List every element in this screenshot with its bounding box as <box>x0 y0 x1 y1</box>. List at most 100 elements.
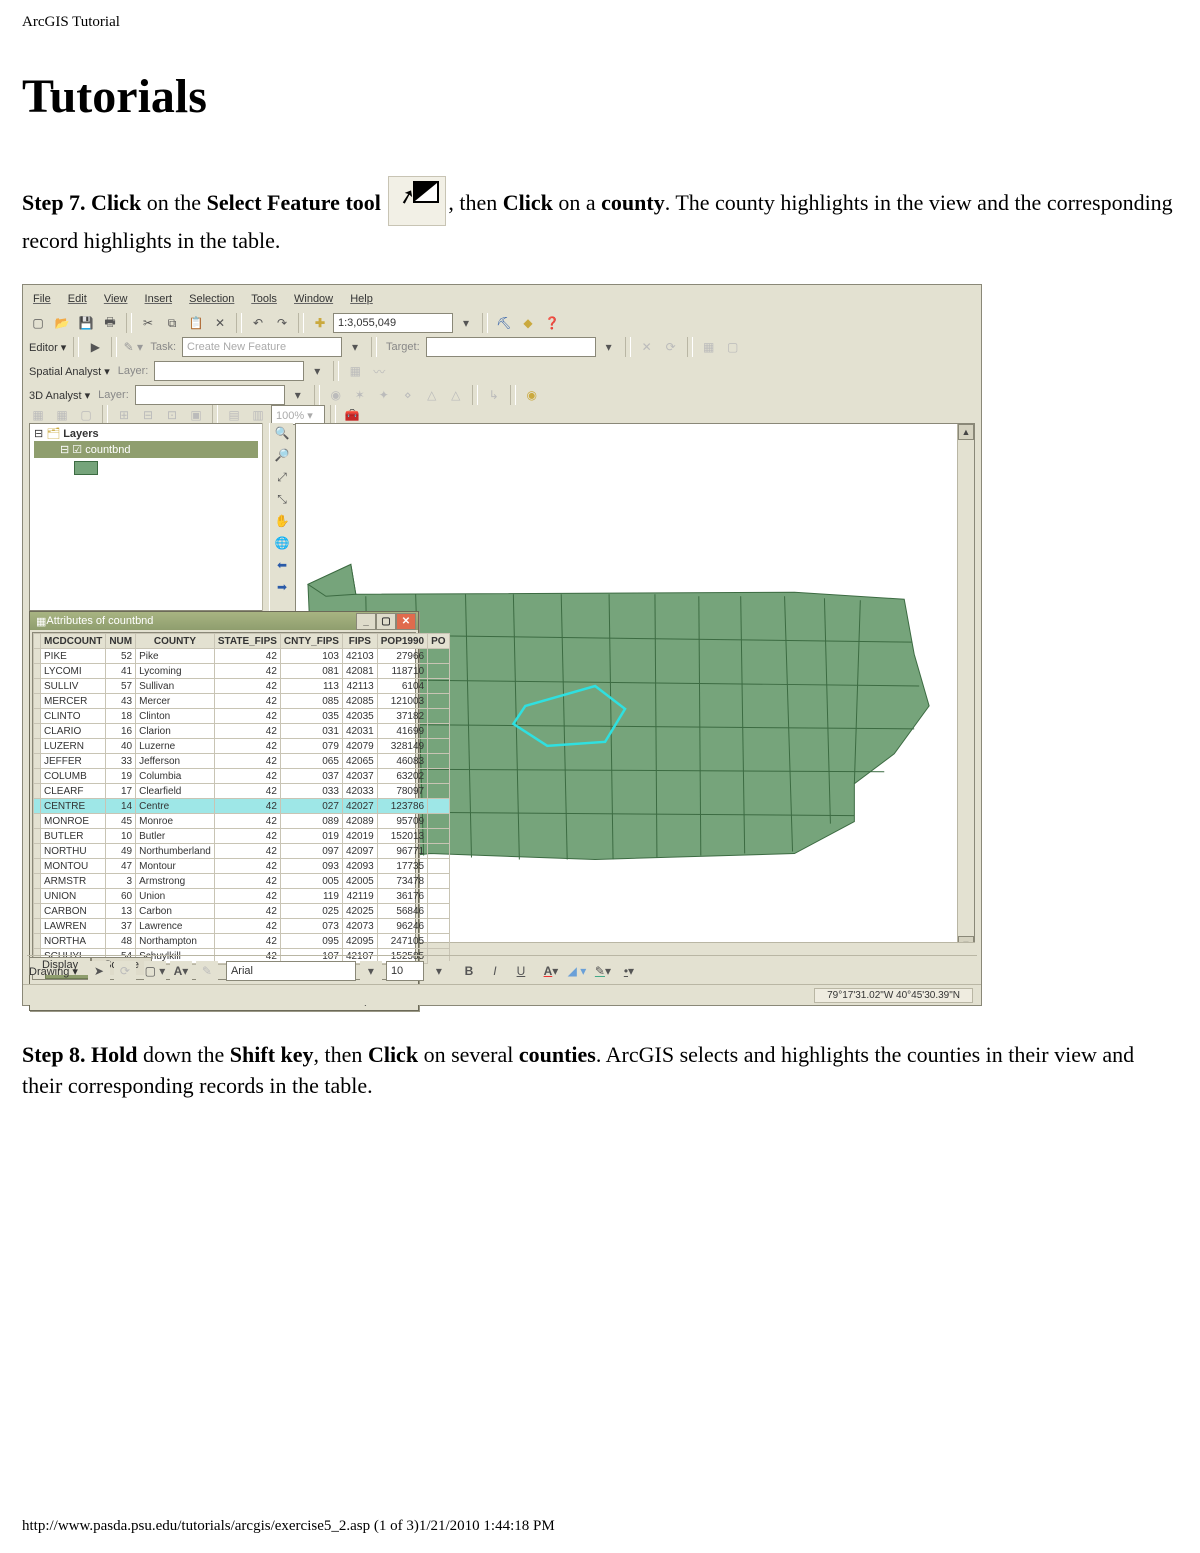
print-icon[interactable]: 🖶 <box>99 313 121 333</box>
3d-los-icon[interactable]: ✦ <box>373 385 395 405</box>
add-data-icon[interactable]: ✚ <box>309 313 331 333</box>
arc-catalog-icon[interactable]: ◆ <box>517 313 539 333</box>
font-dropdown-icon[interactable]: ▾ <box>360 961 382 981</box>
fontsize-dropdown-icon[interactable]: ▾ <box>428 961 450 981</box>
col-header[interactable]: NUM <box>106 634 136 649</box>
editor-toolbar-icon[interactable]: ⛏ <box>493 313 515 333</box>
table-row[interactable]: NORTHA48Northampton4209542095247105 <box>34 934 450 949</box>
menu-view[interactable]: View <box>104 293 128 305</box>
col-header[interactable]: STATE_FIPS <box>214 634 280 649</box>
table-row[interactable]: LYCOMI41Lycoming4208142081118710 <box>34 664 450 679</box>
col-header[interactable]: CNTY_FIPS <box>280 634 342 649</box>
3d-layer-select[interactable] <box>135 385 285 405</box>
arcscene-icon[interactable]: ◉ <box>521 385 543 405</box>
3d-interp-icon[interactable]: ⋄ <box>397 385 419 405</box>
t5-icon[interactable]: ⊟ <box>137 405 159 425</box>
menu-window[interactable]: Window <box>294 293 333 305</box>
toolbox-icon[interactable]: 🧰 <box>341 405 363 425</box>
t7-icon[interactable]: ▣ <box>185 405 207 425</box>
copy-icon[interactable]: ⧉ <box>161 313 183 333</box>
table-row[interactable]: CARBON13Carbon420254202556846 <box>34 904 450 919</box>
menu-file[interactable]: File <box>33 293 51 305</box>
map-scale-input[interactable]: 1:3,055,049 <box>333 313 453 333</box>
edit-vertices-icon[interactable]: ✎ <box>196 961 218 981</box>
t6-icon[interactable]: ⊡ <box>161 405 183 425</box>
full-extent-icon[interactable]: 🌐 <box>271 533 293 553</box>
3d-analyst-label[interactable]: 3D Analyst ▾ <box>27 389 92 402</box>
fixed-zoom-in-icon[interactable]: ⤢ <box>271 467 293 487</box>
3d-extrude-icon[interactable]: △ <box>445 385 467 405</box>
t3-icon[interactable]: ▢ <box>75 405 97 425</box>
table-row[interactable]: MONTOU47Montour420934209317735 <box>34 859 450 874</box>
delete-icon[interactable]: ✕ <box>209 313 231 333</box>
menu-edit[interactable]: Edit <box>68 293 87 305</box>
spatial-dropdown-icon[interactable]: ▾ <box>306 361 328 381</box>
menu-help[interactable]: Help <box>350 293 373 305</box>
toc-layer-countbnd[interactable]: ⊟ ☑ countbnd <box>34 441 258 458</box>
table-row[interactable]: LUZERN40Luzerne4207942079328149 <box>34 739 450 754</box>
line-color-icon[interactable]: ✎ ▾ <box>592 961 614 981</box>
3d-steepest-icon[interactable]: ✶ <box>349 385 371 405</box>
3d-dropdown-icon[interactable]: ▾ <box>287 385 309 405</box>
attribute-table-titlebar[interactable]: ▦ Attributes of countbnd _ ▢ ✕ <box>30 612 418 630</box>
col-header[interactable]: COUNTY <box>136 634 215 649</box>
table-row[interactable]: CLARIO16Clarion420314203141699 <box>34 724 450 739</box>
close-button[interactable]: ✕ <box>396 613 416 630</box>
col-header[interactable]: MCDCOUNT <box>41 634 106 649</box>
redo-icon[interactable]: ↷ <box>271 313 293 333</box>
editor-task-select[interactable]: Create New Feature <box>182 337 342 357</box>
histogram-icon[interactable]: ▦ <box>344 361 366 381</box>
attribute-grid[interactable]: MCDCOUNTNUMCOUNTYSTATE_FIPSCNTY_FIPSFIPS… <box>32 632 416 980</box>
spatial-layer-select[interactable] <box>154 361 304 381</box>
rotate-icon[interactable]: ⟳ <box>660 337 682 357</box>
open-icon[interactable]: 📂 <box>51 313 73 333</box>
new-text-icon[interactable]: A ▾ <box>170 961 192 981</box>
table-of-contents[interactable]: ⊟🗂Layers ⊟ ☑ countbnd <box>29 423 263 611</box>
table-row[interactable]: BUTLER10Butler4201942019152013 <box>34 829 450 844</box>
zoom-in-icon[interactable]: 🔍 <box>271 423 293 443</box>
3d-contour-icon[interactable]: ◉ <box>325 385 347 405</box>
bold-icon[interactable]: B <box>458 961 480 981</box>
3d-chart-icon[interactable]: ↳ <box>483 385 505 405</box>
map-vertical-scrollbar[interactable]: ▲ ▼ <box>957 424 974 952</box>
whats-this-icon[interactable]: ❓ <box>541 313 563 333</box>
font-size-select[interactable]: 10 <box>386 961 424 981</box>
t4-icon[interactable]: ⊞ <box>113 405 135 425</box>
table-row[interactable]: JEFFER33Jefferson420654206546083 <box>34 754 450 769</box>
pan-icon[interactable]: ✋ <box>271 511 293 531</box>
maximize-button[interactable]: ▢ <box>376 613 396 630</box>
fill-color-icon[interactable]: ◢ ▾ <box>566 961 588 981</box>
drawing-label[interactable]: Drawing ▾ <box>27 965 80 978</box>
menu-selection[interactable]: Selection <box>189 293 234 305</box>
col-header[interactable]: POP1990 <box>377 634 427 649</box>
save-icon[interactable]: 💾 <box>75 313 97 333</box>
font-name-select[interactable]: Arial <box>226 961 356 981</box>
paste-icon[interactable]: 📋 <box>185 313 207 333</box>
attributes-icon[interactable]: ▦ <box>698 337 720 357</box>
table-row[interactable]: UNION60Union421194211936176 <box>34 889 450 904</box>
zoom-out-icon[interactable]: 🔎 <box>271 445 293 465</box>
fixed-zoom-out-icon[interactable]: ⤡ <box>271 489 293 509</box>
table-row[interactable]: CLINTO18Clinton420354203537182 <box>34 709 450 724</box>
menu-tools[interactable]: Tools <box>251 293 277 305</box>
minimize-button[interactable]: _ <box>356 613 376 630</box>
t2-icon[interactable]: ▦ <box>51 405 73 425</box>
editor-label[interactable]: Editor ▾ <box>27 341 68 354</box>
t8-icon[interactable]: ▤ <box>223 405 245 425</box>
scale-dropdown-icon[interactable]: ▾ <box>455 313 477 333</box>
new-rect-icon[interactable]: ▢ ▾ <box>144 961 166 981</box>
table-row[interactable]: ARMSTR3Armstrong420054200573478 <box>34 874 450 889</box>
marker-color-icon[interactable]: • ▾ <box>618 961 640 981</box>
sketch-props-icon[interactable]: ✕ <box>636 337 658 357</box>
table-row[interactable]: CENTRE14Centre4202742027123786 <box>34 799 450 814</box>
undo-icon[interactable]: ↶ <box>247 313 269 333</box>
col-header[interactable]: FIPS <box>342 634 377 649</box>
toc-collapse-icon[interactable]: ⊟ <box>34 427 43 440</box>
contour-icon[interactable]: 〰 <box>368 361 390 381</box>
underline-icon[interactable]: U <box>510 961 532 981</box>
italic-icon[interactable]: I <box>484 961 506 981</box>
table-row[interactable]: PIKE52Pike421034210327966 <box>34 649 450 664</box>
attribute-table-window[interactable]: ▦ Attributes of countbnd _ ▢ ✕ MCDCOUNTN… <box>29 611 419 1011</box>
table-row[interactable]: MERCER43Mercer4208542085121003 <box>34 694 450 709</box>
menu-insert[interactable]: Insert <box>145 293 173 305</box>
